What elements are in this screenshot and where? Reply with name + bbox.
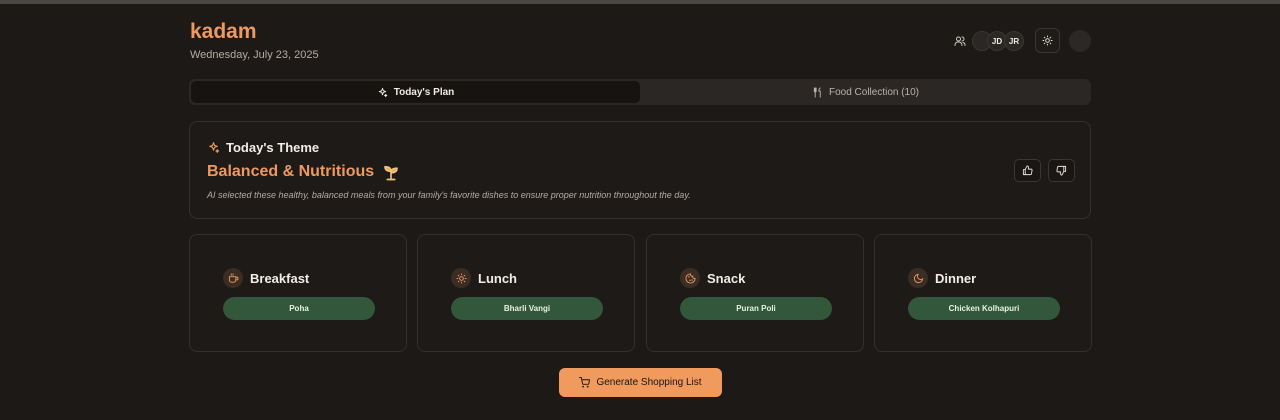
page-header: kadam Wednesday, July 23, 2025 JD JR <box>189 20 1091 66</box>
theme-title: Balanced & Nutritious <box>207 163 375 180</box>
current-date: Wednesday, July 23, 2025 <box>190 49 319 61</box>
coffee-icon <box>223 268 243 288</box>
theme-description: AI selected these healthy, balanced meal… <box>207 190 691 200</box>
sparkles-icon <box>377 87 388 98</box>
like-button[interactable] <box>1014 159 1041 182</box>
dish-pill[interactable]: Chicken Kolhapuri <box>908 297 1060 320</box>
tab-todays-plan[interactable]: Today's Plan <box>191 81 640 103</box>
meal-card-lunch: Lunch Bharli Vangi <box>417 234 635 352</box>
tab-label: Food Collection (10) <box>828 86 920 98</box>
theme-label-row: Today's Theme <box>207 140 319 155</box>
app-title: kadam <box>190 20 257 43</box>
dish-pill[interactable]: Bharli Vangi <box>451 297 603 320</box>
thumbs-up-icon <box>1022 165 1033 176</box>
users-icon[interactable] <box>950 31 970 51</box>
todays-theme-card: Today's Theme Balanced & Nutritious AI s… <box>189 121 1091 219</box>
meal-card-breakfast: Breakfast Poha <box>189 234 407 352</box>
browser-top-bar <box>0 0 1280 4</box>
sun-icon <box>1042 35 1053 46</box>
meal-header: Snack <box>680 268 745 288</box>
tab-label: Today's Plan <box>393 86 455 98</box>
family-avatar-jr[interactable]: JR <box>1004 31 1024 51</box>
thumbs-down-icon <box>1056 165 1067 176</box>
sparkles-icon <box>207 141 220 154</box>
meal-card-snack: Snack Puran Poli <box>646 234 864 352</box>
meal-name: Dinner <box>935 270 977 286</box>
view-tabs: Today's Plan Food Collection (10) <box>189 79 1091 105</box>
tab-food-collection[interactable]: Food Collection (10) <box>642 81 1089 103</box>
moon-icon <box>908 268 928 288</box>
meal-header: Breakfast <box>223 268 309 288</box>
cookie-icon <box>680 268 700 288</box>
cart-icon <box>579 377 591 388</box>
theme-label: Today's Theme <box>226 140 320 155</box>
sprout-icon <box>382 163 400 181</box>
meal-name: Breakfast <box>250 270 310 286</box>
dish-pill[interactable]: Poha <box>223 297 375 320</box>
meal-header: Lunch <box>451 268 517 288</box>
dish-pill[interactable]: Puran Poli <box>680 297 832 320</box>
meal-header: Dinner <box>908 268 976 288</box>
generate-shopping-list-button[interactable]: Generate Shopping List <box>559 368 722 397</box>
theme-toggle-button[interactable] <box>1035 28 1060 53</box>
utensils-icon <box>812 86 823 98</box>
dislike-button[interactable] <box>1048 159 1075 182</box>
shopping-button-label: Generate Shopping List <box>596 377 702 388</box>
theme-title-row: Balanced & Nutritious <box>207 163 400 181</box>
meal-name: Lunch <box>478 270 517 286</box>
meal-card-dinner: Dinner Chicken Kolhapuri <box>874 234 1092 352</box>
meal-name: Snack <box>707 270 746 286</box>
profile-avatar[interactable] <box>1069 30 1091 52</box>
sun-icon <box>451 268 471 288</box>
